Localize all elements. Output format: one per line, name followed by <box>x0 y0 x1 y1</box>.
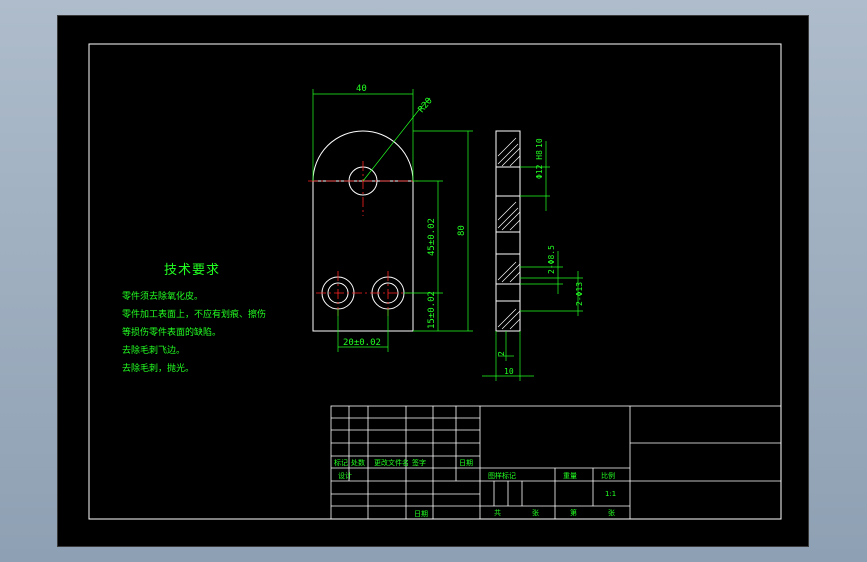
side-outline <box>495 167 521 301</box>
tech-req-line-5: 去除毛刺，抛光。 <box>122 364 195 374</box>
tb-sign: 签字 <box>412 458 426 467</box>
side-dim-top2-text: Φ12 H8 <box>535 150 544 179</box>
side-dim-mid-text: 2-Φ8.5 <box>547 245 556 274</box>
tb-date: 日期 <box>459 459 473 467</box>
tb-scale: 比例 <box>601 471 615 480</box>
side-dim-small-text: 2 <box>497 351 506 356</box>
tb-stage: 图样标记 <box>488 471 516 480</box>
side-hatch-bottom <box>495 300 521 332</box>
tech-req-line-1: 零件须去除氧化皮。 <box>122 292 204 302</box>
tb-page: 第 <box>570 508 577 517</box>
tb-weight: 重量 <box>563 472 577 480</box>
tb-scale-value: 1:1 <box>605 490 616 498</box>
side-hatch-mid <box>495 195 521 233</box>
dim-hole-center-text: 45±0.02 <box>427 218 437 256</box>
title-block-texts: 标记 处数 更改文件名 签字 日期 设计 日期 图样标记 重量 比例 1:1 共… <box>334 458 616 518</box>
tb-date-2: 日期 <box>414 510 428 518</box>
side-hatch-top <box>495 130 521 168</box>
dim-radius-text: R20 <box>417 96 435 115</box>
front-centerlines <box>308 161 418 316</box>
front-dimension-texts: 40 R20 80 45±0.02 15±0.02 20±0.02 <box>343 84 467 348</box>
tech-req-line-4: 去除毛刺飞边。 <box>122 346 186 356</box>
tb-count: 处数 <box>351 458 365 467</box>
side-dim-low-text: 2-Φ13 <box>575 282 584 306</box>
tb-design: 设计 <box>338 471 352 480</box>
dim-width-text: 40 <box>356 84 367 94</box>
side-dimensions <box>482 141 583 381</box>
tech-req-line-2: 零件加工表面上，不应有划痕、擦伤 <box>122 310 267 320</box>
dim-bottom-holes-text: 15±0.02 <box>427 291 437 329</box>
front-dimensions <box>312 89 473 352</box>
tb-mark: 标记 <box>334 458 348 467</box>
technical-requirements: 技术要求 零件须去除氧化皮。 零件加工表面上，不应有划痕、擦伤 等损伤零件表面的… <box>122 259 266 378</box>
drawing-sheet: 40 R20 80 45±0.02 15±0.02 20±0.02 10 Φ12… <box>57 15 809 547</box>
tb-total: 共 <box>494 508 501 517</box>
tb-change-doc: 更改文件名 <box>374 458 409 467</box>
tb-sheets: 张 <box>532 508 539 517</box>
side-dim-thickness-text: 10 <box>504 367 514 376</box>
tech-req-line-3: 等损伤零件表面的缺陷。 <box>122 328 222 338</box>
dim-hole-spacing-text: 20±0.02 <box>343 338 381 348</box>
side-dimension-texts: 10 Φ12 H8 2-Φ8.5 2-Φ13 2 10 <box>497 138 584 376</box>
tech-req-title: 技术要求 <box>164 263 221 278</box>
side-view <box>495 130 521 332</box>
tb-sheet: 张 <box>608 508 615 517</box>
side-hatch-low <box>495 253 521 285</box>
dim-height-text: 80 <box>457 225 467 236</box>
side-dim-top-text: 10 <box>535 138 544 148</box>
